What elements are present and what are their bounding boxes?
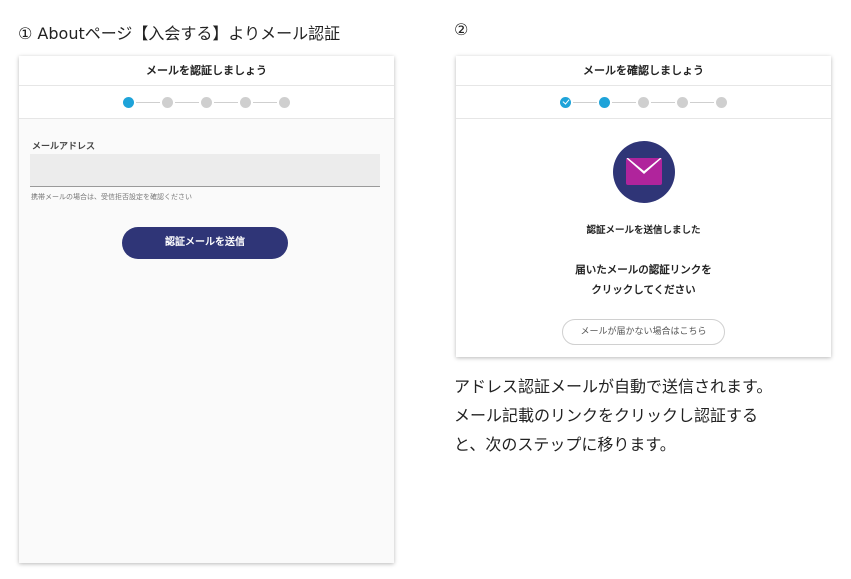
email-not-received-button[interactable]: メールが届かない場合はこちら bbox=[562, 319, 725, 345]
click-link-instruction: 届いたメールの認証リンクを クリックしてください bbox=[456, 260, 831, 300]
email-auth-card: メールを認証しましょう メールアドレス 携帯メールの場合は、受信拒否設定を確認く… bbox=[19, 56, 394, 563]
step-connector bbox=[690, 101, 714, 103]
card-title: メールを確認しましょう bbox=[456, 56, 831, 86]
step-dot-2 bbox=[599, 96, 610, 108]
step-connector bbox=[612, 101, 636, 103]
envelope-icon bbox=[626, 158, 662, 185]
email-confirm-card: メールを確認しましょう 認証メールを送信しました 届いたメールの認証リンクを ク… bbox=[456, 56, 831, 357]
step-connector bbox=[573, 101, 597, 103]
step-connector bbox=[175, 101, 199, 103]
step-dot-4 bbox=[240, 96, 251, 108]
stepper bbox=[456, 86, 831, 119]
step-dot-1-completed bbox=[560, 96, 571, 108]
step-dot-1 bbox=[123, 96, 134, 108]
step-connector bbox=[136, 101, 160, 103]
email-sent-message: 認証メールを送信しました bbox=[586, 225, 701, 236]
step2-heading: ② bbox=[454, 20, 469, 39]
step-dot-4 bbox=[677, 96, 688, 108]
step1-heading: ① Aboutページ【入会する】よりメール認証 bbox=[18, 24, 341, 43]
stepper bbox=[19, 86, 394, 119]
description-line-1: アドレス認証メールが自動で送信されます。 bbox=[454, 377, 773, 396]
step-connector bbox=[253, 101, 277, 103]
instruction-line-1: 届いたメールの認証リンクを bbox=[575, 264, 712, 276]
mail-icon bbox=[613, 141, 675, 203]
step-dot-5 bbox=[716, 96, 727, 108]
step-dot-5 bbox=[279, 96, 290, 108]
card-title: メールを認証しましょう bbox=[19, 56, 394, 86]
description-line-2: メール記載のリンクをクリックし認証する bbox=[454, 406, 759, 425]
send-auth-email-button[interactable]: 認証メールを送信 bbox=[122, 227, 288, 259]
email-field[interactable] bbox=[30, 154, 380, 187]
step-connector bbox=[651, 101, 675, 103]
description-line-3: と、次のステップに移ります。 bbox=[454, 435, 676, 454]
instruction-line-2: クリックしてください bbox=[591, 284, 696, 296]
step-connector bbox=[214, 101, 238, 103]
step-dot-3 bbox=[638, 96, 649, 108]
step2-description: アドレス認証メールが自動で送信されます。 メール記載のリンクをクリックし認証する… bbox=[454, 372, 834, 459]
email-helper-text: 携帯メールの場合は、受信拒否設定を確認ください bbox=[31, 193, 192, 201]
step-dot-2 bbox=[162, 96, 173, 108]
check-icon bbox=[562, 97, 569, 105]
step-dot-3 bbox=[201, 96, 212, 108]
email-field-label: メールアドレス bbox=[32, 142, 96, 152]
